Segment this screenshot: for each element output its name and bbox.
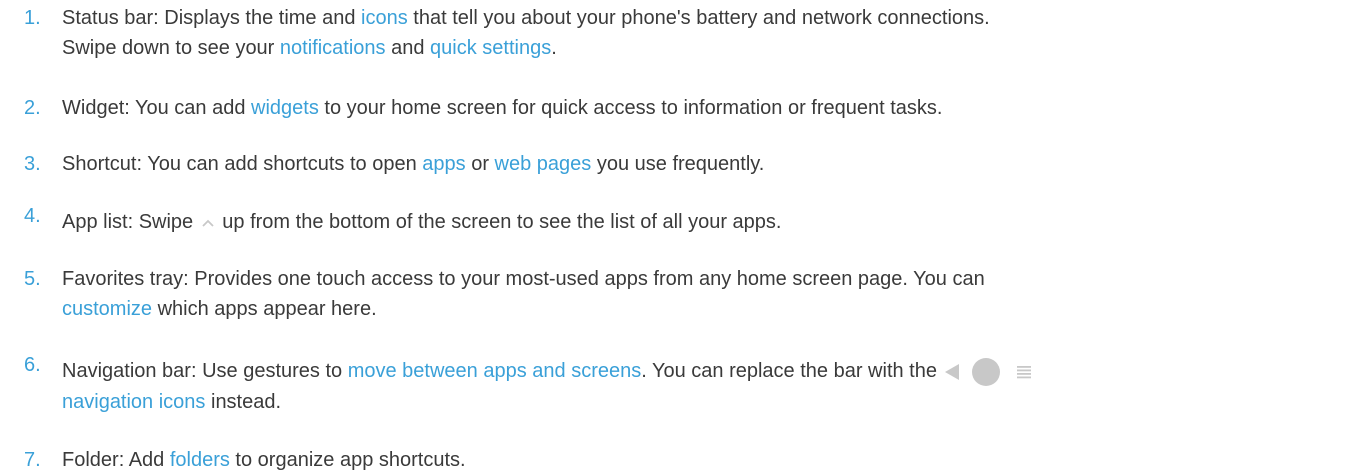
item-text: Navigation bar: Use gestures to move bet…	[62, 356, 1342, 417]
item-text-run: or	[465, 153, 495, 175]
item-text: Widget: You can add widgets to your home…	[62, 93, 1342, 123]
link-notifications[interactable]: notifications	[280, 37, 386, 59]
item-text-run: and	[385, 37, 431, 59]
back-triangle-icon	[944, 363, 959, 380]
nav-buttons-icons	[943, 357, 1041, 387]
item-text-run: .	[551, 37, 557, 59]
item-number: 6.	[24, 354, 41, 376]
item-text-run: Status bar: Displays the time and	[62, 7, 362, 29]
item-text-run: instead.	[205, 390, 282, 413]
item-text-run: Folder: Add	[62, 449, 170, 471]
item-number: 5.	[24, 268, 41, 290]
item-text: Folder: Add folders to organize app shor…	[62, 445, 1342, 475]
item-text-run: . You can replace the bar with the	[641, 360, 937, 382]
item-number: 1.	[24, 7, 41, 29]
link-widgets[interactable]: widgets	[251, 97, 319, 119]
link-navigation-icons[interactable]: navigation icons	[62, 391, 205, 413]
item-text-run: Swipe down to see your	[62, 37, 280, 59]
link-web-pages[interactable]: web pages	[495, 153, 592, 175]
item-text-run: Widget: You can add	[62, 97, 252, 119]
item-number: 7.	[24, 449, 41, 471]
item-text-run: to your home screen for quick access to …	[318, 97, 943, 119]
item-text-run: up from the bottom of the screen to see …	[216, 211, 782, 233]
item-text-run: that tell you about your phone's battery…	[407, 7, 990, 29]
link-customize[interactable]: customize	[62, 298, 152, 320]
item-text-run: Shortcut: You can add shortcuts to open	[62, 153, 423, 175]
item-text-run: to organize app shortcuts.	[229, 449, 466, 471]
item-text-run: Favorites tray: Provides one touch acces…	[62, 268, 985, 290]
link-apps[interactable]: apps	[422, 153, 465, 175]
item-text-run: which apps appear here.	[152, 298, 377, 320]
item-number: 2.	[24, 97, 41, 119]
item-text-run: Navigation bar: Use gestures to	[62, 360, 348, 382]
link-icons[interactable]: icons	[361, 7, 408, 29]
item-text: Status bar: Displays the time and icons …	[62, 3, 1342, 63]
item-text-run: App list: Swipe	[62, 211, 199, 233]
home-circle-icon	[971, 357, 1000, 386]
item-number: 3.	[24, 153, 41, 175]
link-quick-settings[interactable]: quick settings	[430, 37, 551, 59]
recents-icon	[1016, 365, 1031, 379]
link-folders[interactable]: folders	[170, 449, 230, 471]
item-text: Favorites tray: Provides one touch acces…	[62, 264, 1342, 324]
item-text: Shortcut: You can add shortcuts to open …	[62, 149, 1342, 179]
item-number: 4.	[24, 205, 41, 227]
swipe-up-chevron-icon	[202, 219, 214, 227]
item-text: App list: Swipe up from the bottom of th…	[62, 207, 1342, 237]
link-move-between-apps-and-screens[interactable]: move between apps and screens	[348, 360, 642, 382]
item-text-run: you use frequently.	[591, 153, 765, 175]
